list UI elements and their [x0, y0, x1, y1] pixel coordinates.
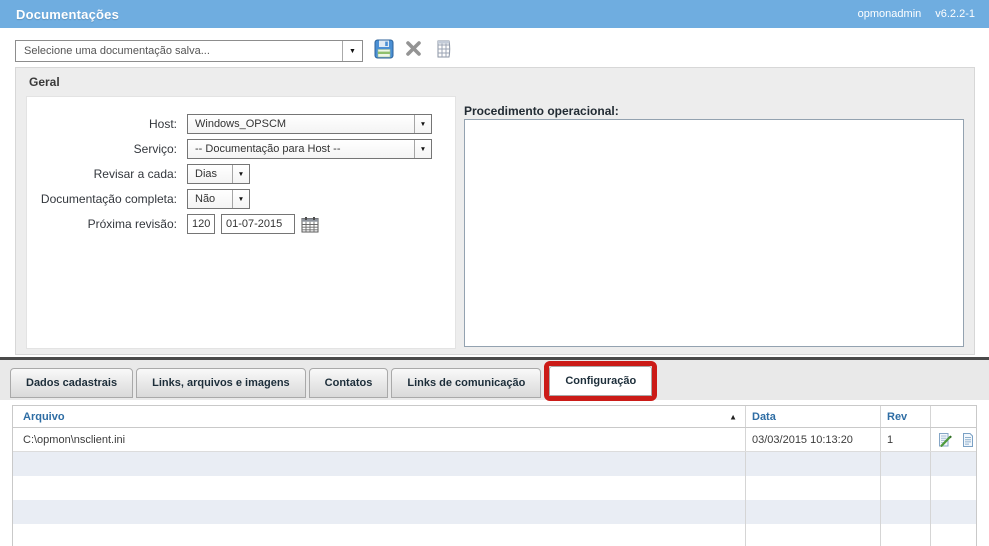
- cell-data: 03/03/2015 10:13:20: [746, 428, 881, 451]
- review-every-select-value: Dias: [188, 168, 232, 180]
- service-row: Serviço: -- Documentação para Host -- ▼: [27, 139, 455, 159]
- general-section: Geral Host: Windows_OPSCM ▼ Serviço: -- …: [15, 67, 975, 355]
- saved-documentation-select[interactable]: Selecione uma documentação salva... ▼: [15, 40, 363, 62]
- edit-icon[interactable]: [937, 432, 953, 448]
- toolbar: Selecione uma documentação salva... ▼: [15, 40, 454, 62]
- delete-button[interactable]: [403, 41, 424, 62]
- documentations-page: Documentações opmonadmin v6.2.2-1 Seleci…: [0, 0, 989, 546]
- tab-configuracao[interactable]: Configuração: [549, 366, 652, 396]
- tab-strip: Dados cadastrais Links, arquivos e image…: [0, 357, 989, 400]
- table-header-row: Arquivo ▲ Data Rev: [13, 406, 976, 428]
- next-review-date-input[interactable]: [221, 214, 295, 234]
- complete-doc-select[interactable]: Não ▼: [187, 189, 250, 209]
- saved-documentation-select-value: Selecione uma documentação salva...: [16, 45, 342, 57]
- save-button[interactable]: [373, 41, 394, 62]
- host-select-value: Windows_OPSCM: [188, 118, 414, 130]
- logged-user: opmonadmin: [858, 8, 922, 20]
- chevron-down-icon[interactable]: ▼: [232, 190, 249, 208]
- tab-links-comunicacao[interactable]: Links de comunicação: [391, 368, 541, 398]
- next-review-label: Próxima revisão:: [27, 217, 177, 231]
- chevron-down-icon[interactable]: ▼: [232, 165, 249, 183]
- cell-actions: [931, 428, 977, 451]
- service-label: Serviço:: [27, 142, 177, 156]
- service-select-value: -- Documentação para Host --: [188, 143, 414, 155]
- review-every-row: Revisar a cada: Dias ▼: [27, 164, 455, 184]
- review-interval-input[interactable]: [187, 214, 215, 234]
- general-form: Host: Windows_OPSCM ▼ Serviço: -- Docume…: [26, 96, 456, 349]
- complete-doc-row: Documentação completa: Não ▼: [27, 189, 455, 209]
- column-header-data[interactable]: Data: [746, 406, 881, 427]
- empty-table-row: [13, 500, 976, 524]
- app-header: Documentações opmonadmin v6.2.2-1: [0, 0, 989, 28]
- host-label: Host:: [27, 117, 177, 131]
- service-select[interactable]: -- Documentação para Host -- ▼: [187, 139, 432, 159]
- chevron-down-icon[interactable]: ▼: [342, 41, 362, 61]
- cell-arquivo: C:\opmon\nsclient.ini: [13, 428, 746, 451]
- chevron-down-icon[interactable]: ▼: [414, 115, 431, 133]
- header-meta: opmonadmin v6.2.2-1: [858, 8, 975, 20]
- empty-table-row: [13, 476, 976, 500]
- delete-x-icon: [404, 39, 423, 63]
- host-row: Host: Windows_OPSCM ▼: [27, 114, 455, 134]
- sort-asc-icon[interactable]: ▲: [729, 412, 737, 421]
- column-header-arquivo[interactable]: Arquivo ▲: [13, 406, 746, 427]
- procedure-label: Procedimento operacional:: [464, 104, 619, 118]
- app-version: v6.2.2-1: [935, 8, 975, 20]
- tab-dados-cadastrais[interactable]: Dados cadastrais: [10, 368, 133, 398]
- red-highlight-annotation: Configuração: [544, 361, 657, 401]
- empty-table-row: [13, 524, 976, 546]
- calendar-icon[interactable]: [301, 216, 319, 233]
- host-select[interactable]: Windows_OPSCM ▼: [187, 114, 432, 134]
- report-button[interactable]: [433, 41, 454, 62]
- next-review-row: Próxima revisão:: [27, 214, 455, 234]
- report-icon: [434, 39, 454, 64]
- tab-contatos[interactable]: Contatos: [309, 368, 389, 398]
- procedure-textarea[interactable]: [464, 119, 964, 347]
- view-document-icon[interactable]: [960, 432, 976, 448]
- column-header-actions: [931, 406, 976, 427]
- empty-table-row: [13, 452, 976, 476]
- general-section-title: Geral: [29, 75, 60, 89]
- save-icon: [374, 39, 394, 64]
- review-every-select[interactable]: Dias ▼: [187, 164, 250, 184]
- complete-doc-select-value: Não: [188, 193, 232, 205]
- toolbar-icons: [373, 41, 454, 62]
- chevron-down-icon[interactable]: ▼: [414, 140, 431, 158]
- table-row[interactable]: C:\opmon\nsclient.ini 03/03/2015 10:13:2…: [13, 428, 976, 452]
- page-title: Documentações: [16, 7, 119, 22]
- cell-rev: 1: [881, 428, 931, 451]
- tab-links-arquivos-imagens[interactable]: Links, arquivos e imagens: [136, 368, 306, 398]
- column-header-rev[interactable]: Rev: [881, 406, 931, 427]
- review-every-label: Revisar a cada:: [27, 167, 177, 181]
- configuration-files-table: Arquivo ▲ Data Rev C:\opmon\nsclient.ini…: [12, 405, 977, 546]
- complete-doc-label: Documentação completa:: [27, 192, 177, 206]
